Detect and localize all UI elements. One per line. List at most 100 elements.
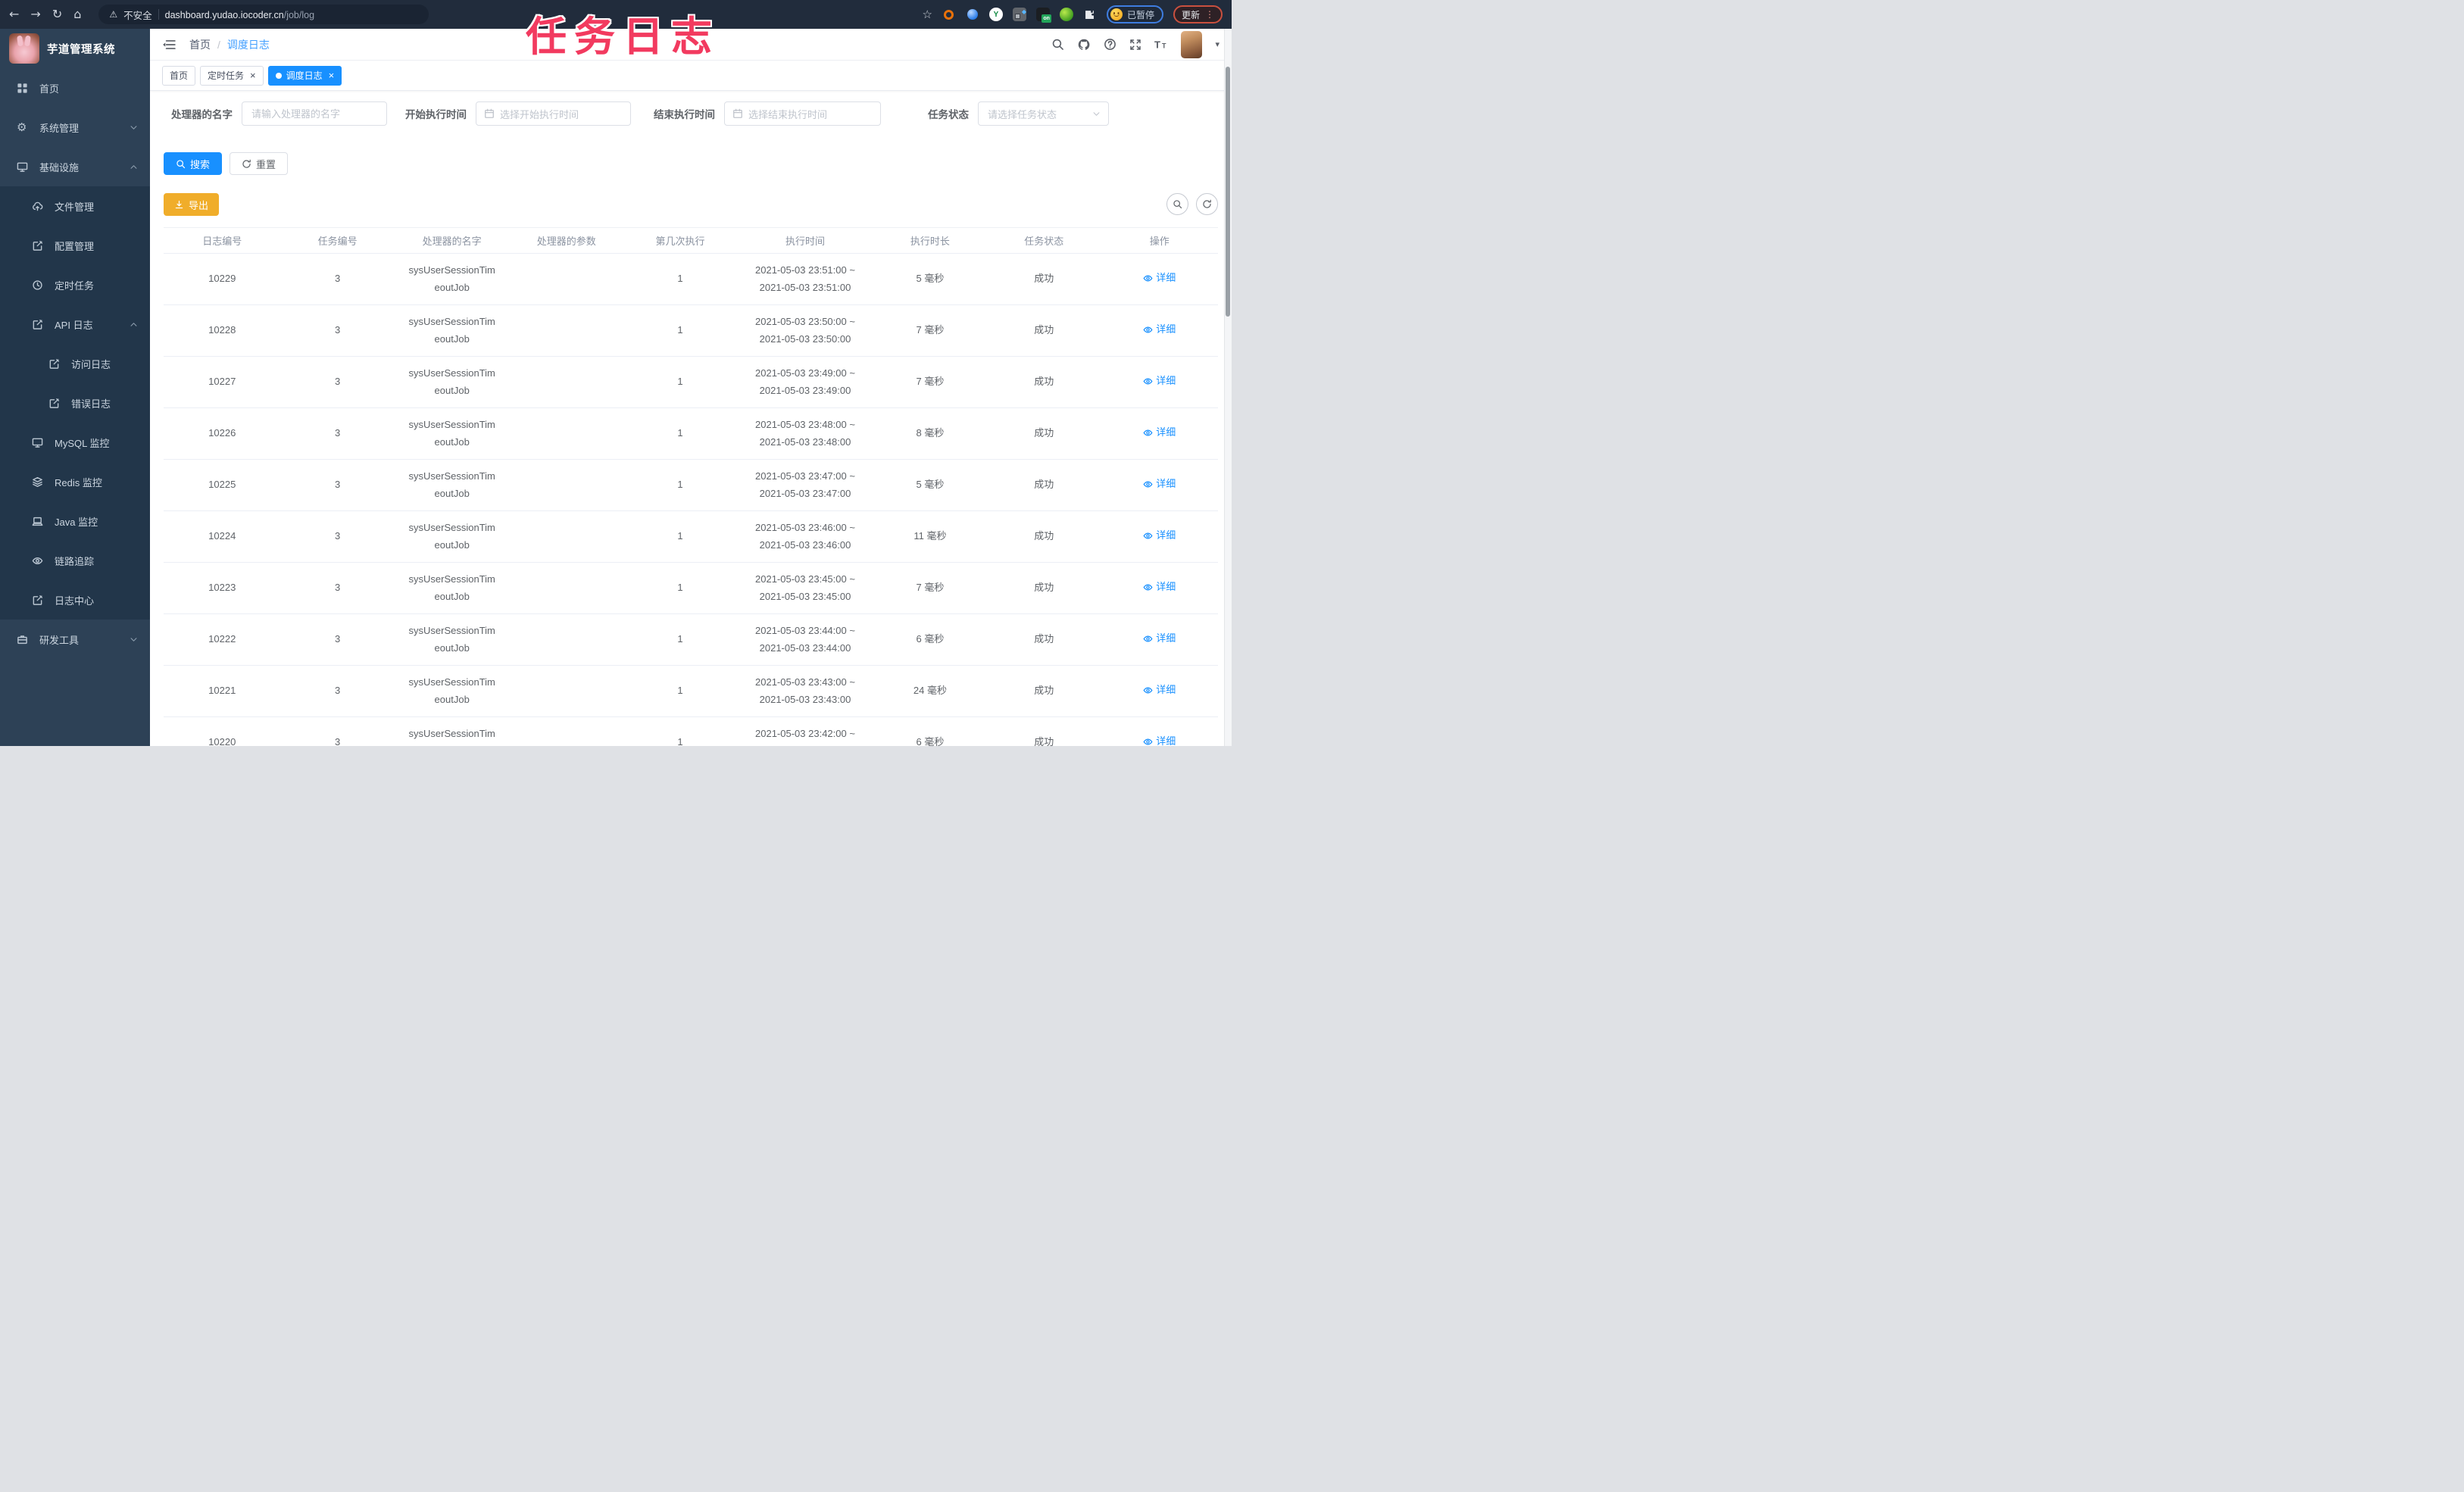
detail-link[interactable]: 详细: [1143, 527, 1176, 544]
detail-link[interactable]: 详细: [1143, 682, 1176, 698]
extension-on-badge-icon[interactable]: [1035, 8, 1051, 23]
extension-green-leaf-icon[interactable]: [1059, 8, 1073, 21]
sidebar-item-file-management[interactable]: 文件管理: [0, 186, 150, 226]
app-logo-row[interactable]: 芋道管理系统: [0, 29, 150, 68]
reset-button[interactable]: 重置: [230, 152, 289, 175]
search-button[interactable]: 搜索: [164, 152, 223, 175]
sidebar-item-system-management[interactable]: ⚙ 系统管理: [0, 108, 150, 147]
begin-time-placeholder: 选择开始执行时间: [500, 108, 579, 120]
tab-定时任务[interactable]: 定时任务 ×: [200, 65, 264, 86]
cloud-icon: [32, 201, 45, 212]
eye-icon: [1143, 582, 1153, 592]
browser-update-button[interactable]: 更新 ⋮: [1173, 5, 1223, 23]
cell-actions: 详细: [1101, 407, 1218, 460]
bookmark-star-icon[interactable]: ☆: [923, 8, 932, 20]
sidebar-item-access-log[interactable]: 访问日志: [0, 344, 150, 383]
eye-icon: [1143, 376, 1153, 386]
user-avatar[interactable]: [1181, 30, 1203, 58]
breadcrumb-home[interactable]: 首页: [189, 37, 211, 52]
sidebar-item-error-log[interactable]: 错误日志: [0, 383, 150, 423]
task-status-select[interactable]: 请选择任务状态: [978, 101, 1109, 126]
address-bar[interactable]: ⚠ 不安全 dashboard.yudao.iocoder.cn/job/log: [98, 5, 429, 24]
browser-forward-icon[interactable]: →: [30, 8, 40, 20]
cell-task-status: 成功: [987, 459, 1101, 511]
sidebar-item-home[interactable]: 首页: [0, 68, 150, 108]
extension-green-y-icon[interactable]: [988, 8, 1003, 21]
table-row: 10229 3 sysUserSessionTim eoutJob 1 2021-05-0…: [164, 253, 1218, 305]
header-search-icon[interactable]: [1051, 38, 1064, 51]
fullscreen-icon[interactable]: [1129, 39, 1141, 51]
browser-reload-icon[interactable]: ↻: [52, 8, 62, 20]
tab-close-icon[interactable]: ×: [329, 70, 335, 80]
help-icon[interactable]: [1104, 38, 1116, 51]
detail-link[interactable]: 详细: [1143, 476, 1176, 492]
cell-execute-time: 2021-05-03 23:43:00 ~2021-05-03 23:43:00: [737, 665, 873, 717]
cell-actions: 详细: [1101, 562, 1218, 614]
begin-time-input[interactable]: 选择开始执行时间: [476, 101, 631, 126]
cell-log-id: 10228: [164, 304, 281, 357]
cell-log-id: 10229: [164, 253, 281, 305]
chevron-down-icon: [1092, 110, 1101, 118]
github-icon[interactable]: [1077, 38, 1091, 52]
emoji-face-icon: [1110, 8, 1123, 20]
filter-begin-time: 开始执行时间 选择开始执行时间: [405, 101, 631, 126]
extension-grid-icon[interactable]: [1012, 8, 1026, 21]
browser-home-icon[interactable]: ⌂: [73, 8, 81, 20]
tab-调度日志[interactable]: 调度日志 ×: [267, 65, 342, 86]
detail-link[interactable]: 详细: [1143, 630, 1176, 647]
detail-link[interactable]: 详细: [1143, 424, 1176, 441]
handler-name-input[interactable]: [242, 101, 387, 126]
clock-icon: [32, 279, 45, 291]
cell-handler-name: sysUserSessionTimeoutJob: [394, 562, 510, 614]
extension-blue-globe-icon[interactable]: [966, 8, 979, 21]
eye-icon: [1143, 531, 1153, 541]
cell-job-id: 3: [280, 562, 395, 614]
sidebar-item-scheduled-tasks[interactable]: 定时任务: [0, 265, 150, 304]
cell-actions: 详细: [1101, 510, 1218, 563]
font-size-icon[interactable]: TT: [1154, 39, 1168, 51]
cell-job-id: 3: [280, 356, 395, 408]
detail-link[interactable]: 详细: [1143, 270, 1176, 286]
cell-log-id: 10227: [164, 356, 281, 408]
export-button[interactable]: 导出: [164, 193, 220, 216]
detail-link[interactable]: 详细: [1143, 733, 1176, 746]
page-scrollbar[interactable]: [1224, 29, 1232, 746]
cell-log-id: 10225: [164, 459, 281, 511]
extension-orange-ring-icon[interactable]: [942, 8, 956, 21]
avatar-caret-down-icon[interactable]: ▾: [1215, 40, 1220, 48]
sidebar-item-config-management[interactable]: 配置管理: [0, 226, 150, 265]
cell-execute-duration: 7 毫秒: [873, 356, 988, 408]
cell-log-id: 10223: [164, 562, 281, 614]
sidebar-item-log-center[interactable]: 日志中心: [0, 580, 150, 620]
tab-首页[interactable]: 首页: [162, 65, 196, 86]
sidebar-item-mysql-monitor[interactable]: MySQL 监控: [0, 423, 150, 462]
sidebar-item-infrastructure[interactable]: 基础设施: [0, 147, 150, 186]
sidebar-item-dev-tools[interactable]: 研发工具: [0, 620, 150, 659]
sidebar-item-label: API 日志: [55, 319, 93, 331]
sidebar-item-label: 访问日志: [71, 358, 111, 370]
tab-close-icon[interactable]: ×: [250, 70, 256, 80]
refresh-table-button[interactable]: [1196, 193, 1218, 215]
cell-actions: 详细: [1101, 253, 1218, 305]
detail-link[interactable]: 详细: [1143, 579, 1176, 595]
detail-link[interactable]: 详细: [1143, 321, 1176, 338]
detail-link[interactable]: 详细: [1143, 373, 1176, 389]
toggle-search-button[interactable]: [1166, 193, 1188, 215]
browser-back-icon[interactable]: ←: [9, 8, 19, 20]
browser-menu-kebab-icon[interactable]: ⋮: [1205, 10, 1214, 19]
cell-actions: 详细: [1101, 459, 1218, 511]
end-time-input[interactable]: 选择结束执行时间: [724, 101, 881, 126]
sidebar-item-java-monitor[interactable]: Java 监控: [0, 501, 150, 541]
edit-icon: [48, 398, 61, 409]
collapse-menu-icon[interactable]: [162, 38, 176, 52]
cell-execute-duration: 6 毫秒: [873, 613, 988, 666]
sidebar-item-api-log[interactable]: API 日志: [0, 304, 150, 344]
extensions-puzzle-icon[interactable]: [1083, 8, 1097, 21]
scrollbar-thumb[interactable]: [1226, 67, 1230, 317]
sidebar-item-trace[interactable]: 链路追踪: [0, 541, 150, 580]
sidebar-item-redis-monitor[interactable]: Redis 监控: [0, 462, 150, 501]
paused-badge[interactable]: 已暂停: [1106, 5, 1163, 23]
sidebar-item-label: 链路追踪: [55, 555, 95, 567]
breadcrumb-current[interactable]: 调度日志: [227, 37, 270, 52]
cell-actions: 详细: [1101, 665, 1218, 717]
